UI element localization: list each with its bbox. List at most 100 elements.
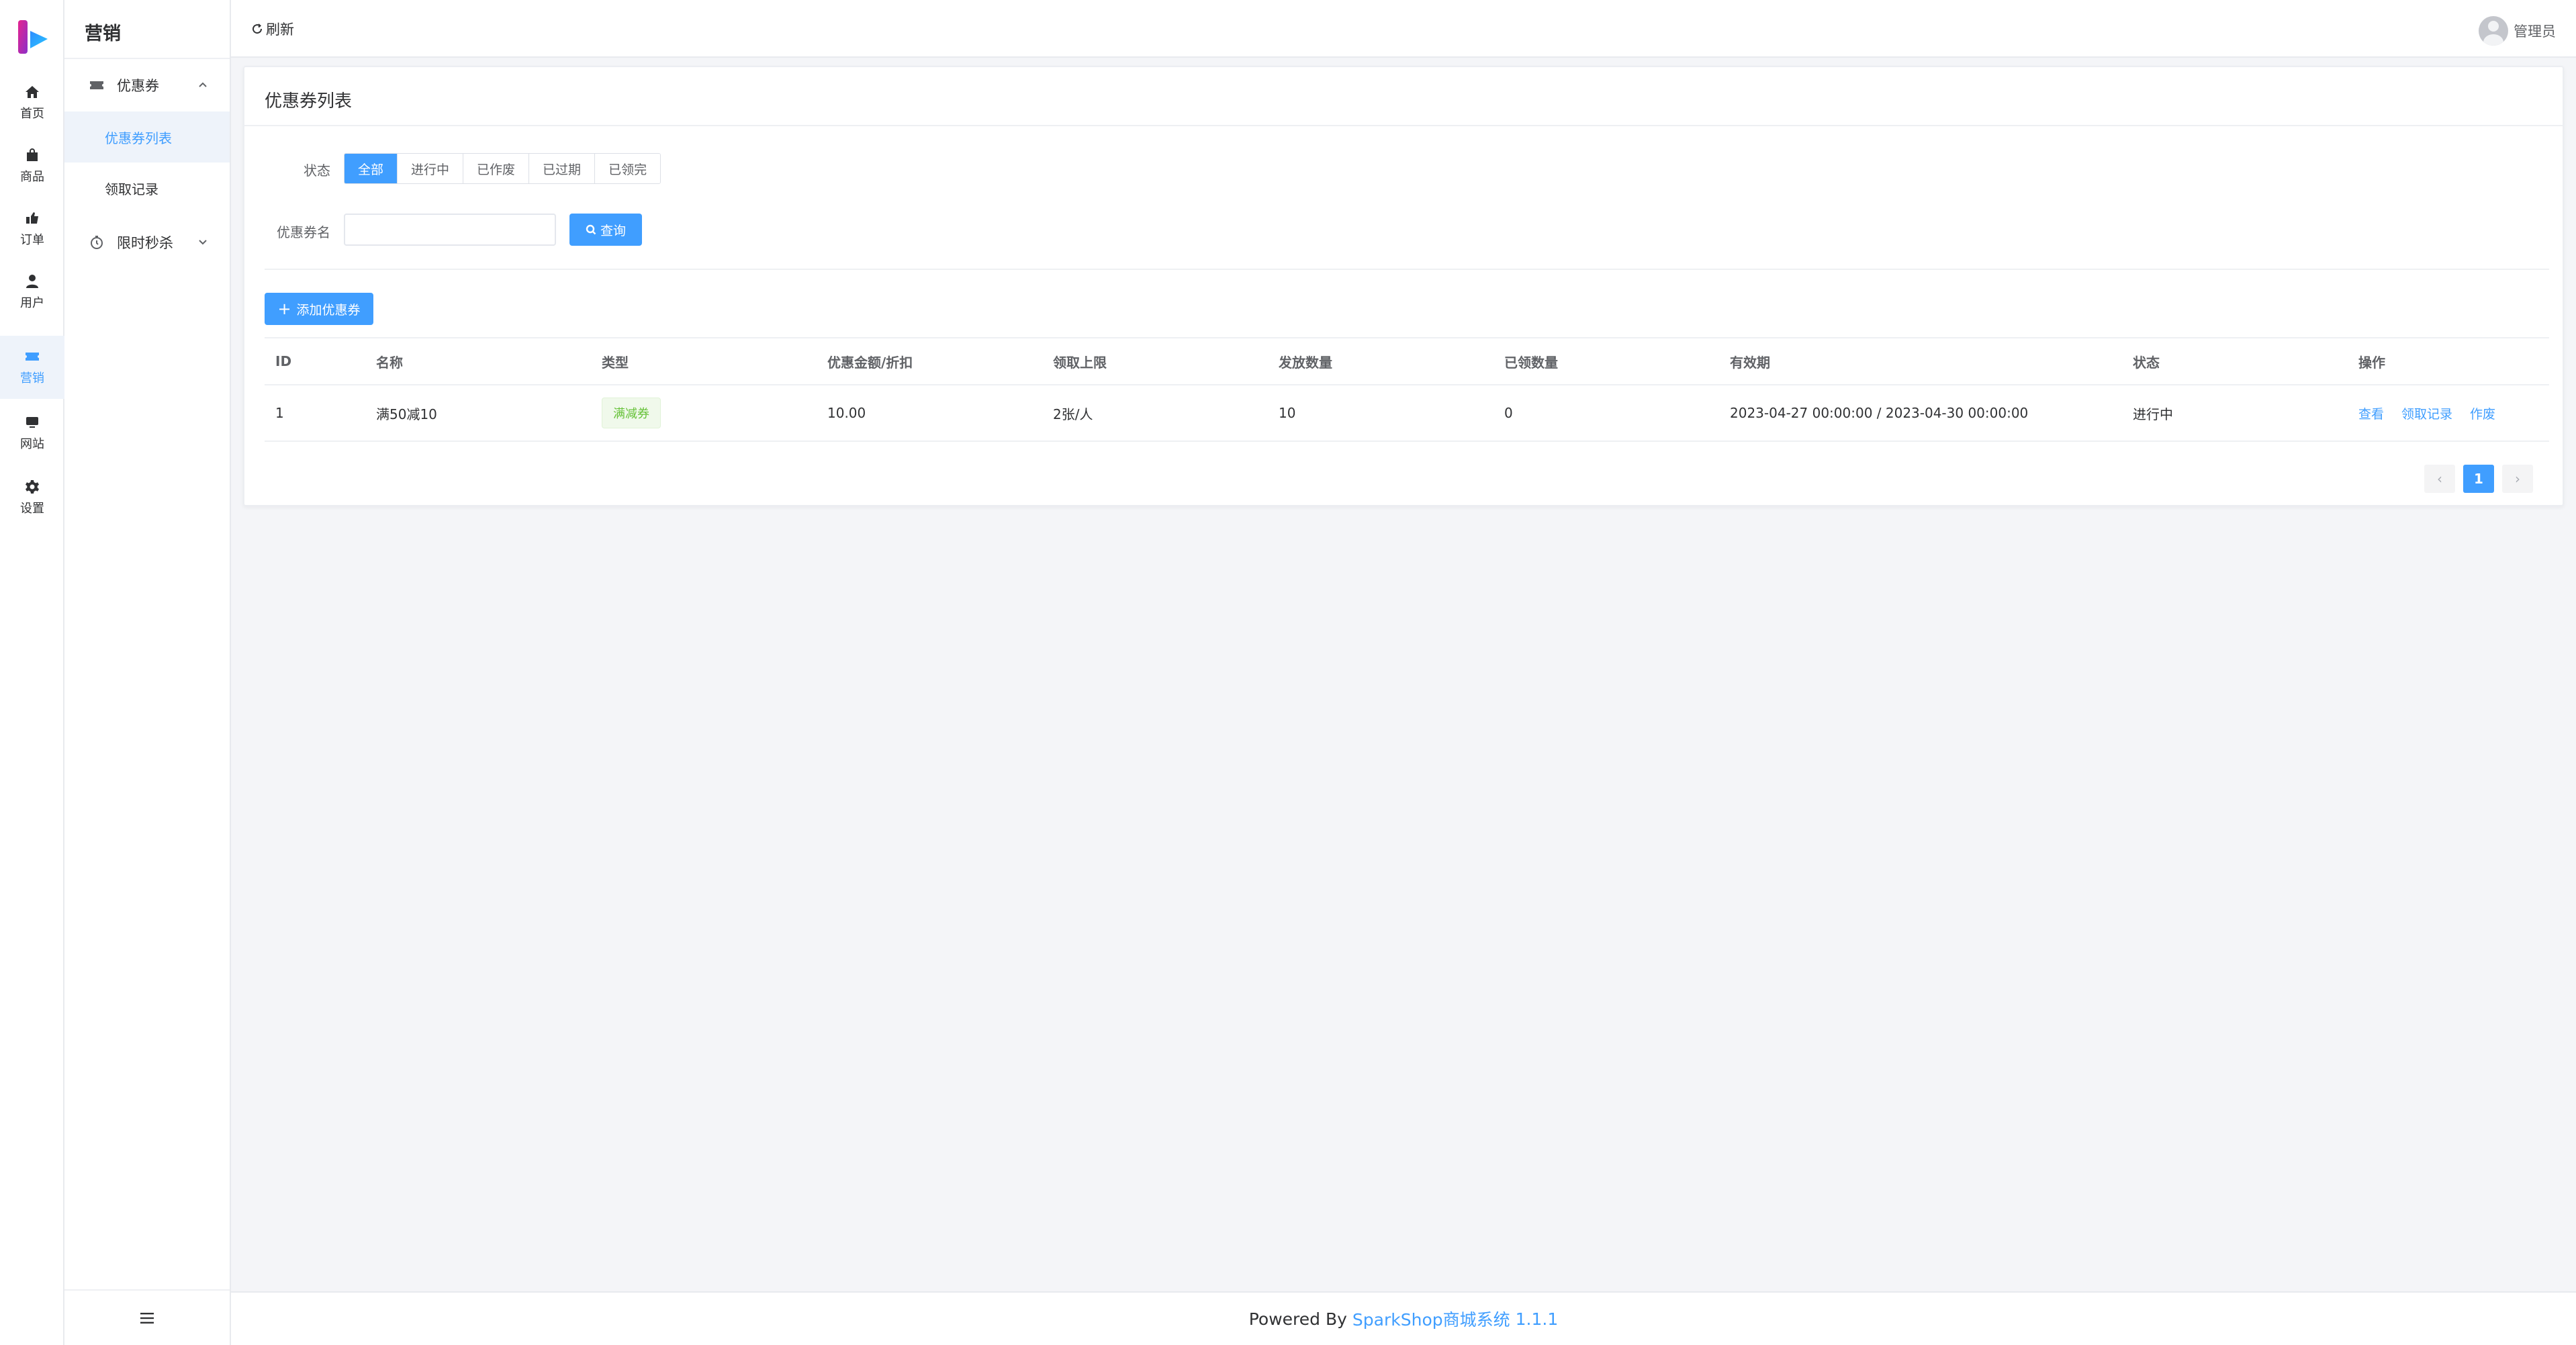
home-icon (26, 86, 39, 98)
table-header: ID 名称 类型 优惠金额/折扣 领取上限 发放数量 已领数量 有效期 状态 操… (265, 337, 2549, 385)
coupon-table: ID 名称 类型 优惠金额/折扣 领取上限 发放数量 已领数量 有效期 状态 操… (265, 337, 2549, 442)
view-link[interactable]: 查看 (2358, 404, 2384, 422)
void-link[interactable]: 作废 (2470, 404, 2495, 422)
column-header: 发放数量 (1279, 354, 1332, 371)
icon-rail: 首页 商品 订单 用户 营销 网站 设置 (0, 0, 64, 1345)
status-option-expired[interactable]: 已过期 (528, 154, 595, 183)
cell-type: 满减券 (602, 385, 661, 440)
stopwatch-icon (91, 236, 103, 249)
user-menu[interactable]: 管理员 (2479, 16, 2556, 46)
column-header: 类型 (602, 354, 629, 371)
ticket-icon (90, 81, 103, 89)
menu-item-label: 领取记录 (105, 181, 158, 197)
rail-label: 用户 (20, 296, 44, 310)
coupon-name-label: 优惠券名 (277, 224, 330, 240)
menu-icon (140, 1312, 154, 1324)
rail-item-marketing[interactable]: 营销 (0, 336, 64, 399)
footer: Powered By SparkShop商城系统 1.1.1 (231, 1291, 2576, 1345)
pagination: ‹ 1 › (2416, 465, 2533, 493)
rail-item-website[interactable]: 网站 (0, 402, 64, 465)
rail-item-settings[interactable]: 设置 (0, 466, 64, 529)
gear-icon (26, 480, 39, 494)
add-coupon-label: 添加优惠券 (296, 302, 361, 318)
cell-limit: 2张/人 (1053, 406, 1093, 422)
monitor-icon (26, 417, 38, 428)
cell-name: 满50减10 (376, 406, 437, 422)
column-header: 已领数量 (1504, 354, 1558, 371)
footer-brand-link[interactable]: SparkShop商城系统 (1352, 1307, 1510, 1331)
app-root: 首页 商品 订单 用户 营销 网站 设置 营销 优惠券 优惠券列表 领取记录 限… (0, 0, 2576, 1345)
menu-item-label: 优惠券列表 (105, 130, 172, 146)
menu-group-label: 优惠券 (117, 78, 159, 94)
search-icon (586, 224, 596, 235)
card-divider (244, 125, 2563, 126)
coupon-name-input[interactable] (344, 214, 556, 246)
status-filter-group: 全部 进行中 已作废 已过期 已领完 (344, 153, 661, 184)
menu-group-label: 限时秒杀 (117, 235, 173, 251)
column-header: 操作 (2358, 354, 2385, 371)
column-header: 优惠金额/折扣 (827, 354, 913, 371)
cell-issued: 10 (1279, 405, 1296, 421)
ticket-icon (26, 353, 39, 361)
plus-icon: + (277, 299, 291, 318)
cell-validity: 2023-04-27 00:00:00 / 2023-04-30 00:00:0… (1730, 405, 2029, 421)
sidebar-collapse-button[interactable] (64, 1289, 230, 1345)
bag-icon (27, 148, 38, 161)
footer-prefix: Powered By (1248, 1309, 1347, 1329)
sub-sidebar: 营销 优惠券 优惠券列表 领取记录 限时秒杀 (64, 0, 231, 1345)
cell-amount: 10.00 (827, 405, 866, 421)
avatar (2479, 16, 2508, 46)
status-option-all[interactable]: 全部 (344, 154, 398, 183)
rail-label: 订单 (20, 233, 44, 247)
status-option-exhausted[interactable]: 已领完 (594, 154, 661, 183)
logo-icon (18, 20, 48, 54)
status-option-voided[interactable]: 已作废 (463, 154, 529, 183)
rail-item-home[interactable]: 首页 (0, 71, 64, 134)
refresh-label: 刷新 (266, 21, 294, 38)
rail-label: 商品 (20, 170, 44, 184)
next-page-button[interactable]: › (2502, 465, 2533, 493)
add-coupon-button[interactable]: + 添加优惠券 (265, 293, 373, 325)
cell-id: 1 (275, 405, 284, 421)
refresh-icon (252, 24, 263, 34)
claim-records-link[interactable]: 领取记录 (2401, 404, 2452, 422)
column-header: 领取上限 (1053, 354, 1107, 371)
top-bar: 刷新 管理员 (231, 0, 2576, 58)
coupon-list-card: 优惠券列表 状态 全部 进行中 已作废 已过期 已领完 优惠券名 查询 + 添加… (243, 66, 2564, 506)
query-button[interactable]: 查询 (569, 214, 642, 246)
rail-label: 设置 (20, 502, 44, 516)
user-name: 管理员 (2514, 24, 2556, 40)
page-number-1[interactable]: 1 (2463, 465, 2494, 493)
status-filter-label: 状态 (304, 163, 330, 179)
rail-item-goods[interactable]: 商品 (0, 134, 64, 197)
column-header: 状态 (2133, 354, 2160, 371)
page-title: 优惠券列表 (265, 91, 353, 111)
sidebar-title: 营销 (85, 24, 121, 44)
rail-label: 首页 (20, 107, 44, 121)
footer-version: 1.1.1 (1515, 1309, 1559, 1329)
chevron-down-icon (199, 240, 207, 245)
column-header: 名称 (376, 354, 403, 371)
column-header: ID (275, 353, 292, 369)
rail-label: 营销 (20, 371, 44, 385)
type-tag: 满减券 (602, 398, 661, 428)
menu-group-flash-sale[interactable]: 限时秒杀 (64, 219, 230, 266)
form-divider (265, 269, 2549, 270)
order-icon (26, 212, 38, 224)
rail-item-users[interactable]: 用户 (0, 261, 64, 324)
status-option-active[interactable]: 进行中 (397, 154, 463, 183)
chevron-up-icon (199, 82, 207, 87)
sidebar-divider (64, 58, 230, 59)
user-icon (26, 275, 38, 288)
query-label: 查询 (600, 223, 626, 238)
rail-item-orders[interactable]: 订单 (0, 197, 64, 261)
menu-item-claim-records[interactable]: 领取记录 (64, 163, 230, 214)
prev-page-button[interactable]: ‹ (2424, 465, 2455, 493)
refresh-button[interactable]: 刷新 (251, 19, 294, 39)
menu-group-coupons[interactable]: 优惠券 (64, 62, 230, 109)
cell-status: 进行中 (2133, 406, 2173, 422)
cell-actions: 查看 领取记录 作废 (2358, 385, 2513, 440)
menu-item-coupon-list[interactable]: 优惠券列表 (64, 111, 230, 163)
cell-received: 0 (1504, 405, 1513, 421)
column-header: 有效期 (1730, 354, 1770, 371)
